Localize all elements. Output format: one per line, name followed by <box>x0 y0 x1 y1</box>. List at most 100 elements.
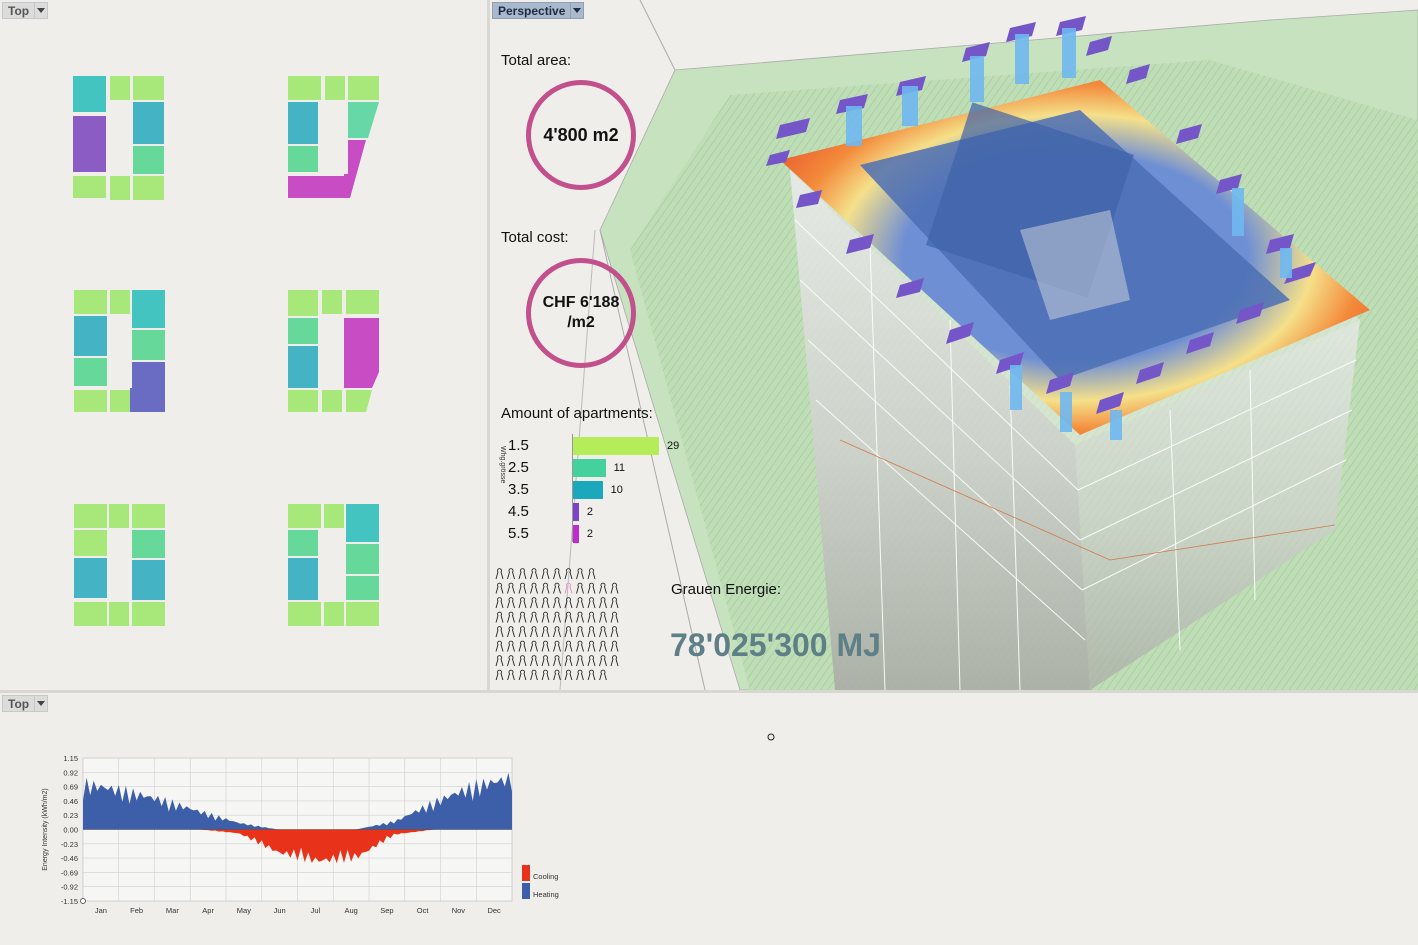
person-icon <box>564 568 573 580</box>
chart-x-tick-label: Feb <box>130 906 143 915</box>
chart-legend-swatch <box>522 865 530 881</box>
viewport-top-left[interactable]: Top <box>0 0 487 690</box>
person-icon <box>599 640 607 652</box>
floor-plan-4 <box>288 290 379 412</box>
person-icon <box>599 655 607 667</box>
person-icon <box>530 582 538 594</box>
cursor-circle-icon <box>767 733 775 741</box>
person-icon <box>530 655 538 667</box>
person-icon <box>576 582 584 594</box>
chart-legend-label: Heating <box>533 890 559 899</box>
apartment-count-bar <box>573 525 579 543</box>
chevron-down-icon[interactable] <box>570 2 585 19</box>
person-icon <box>541 611 550 623</box>
person-icon <box>587 611 596 623</box>
person-icon <box>599 582 607 594</box>
total-area-value: 4'800 m2 <box>543 124 619 145</box>
viewport-tab-perspective[interactable]: Perspective <box>492 2 585 19</box>
person-icon <box>576 597 584 609</box>
chart-y-tick-label: -0.69 <box>61 868 78 877</box>
apartments-label: Amount of apartments: <box>501 405 653 422</box>
person-icon <box>587 640 596 652</box>
chart-x-tick-label: Nov <box>452 906 466 915</box>
person-icon <box>495 582 504 594</box>
person-icon <box>576 655 584 667</box>
floor-plan-5 <box>74 504 165 626</box>
chart-y-tick-label: 0.23 <box>63 811 78 820</box>
person-icon <box>541 669 550 680</box>
person-icon <box>507 669 515 680</box>
person-icon <box>530 669 538 680</box>
person-icon <box>495 611 504 623</box>
person-icon <box>553 582 561 594</box>
total-cost-ring: CHF 6'188 /m2 <box>526 258 636 368</box>
person-icon <box>599 611 607 623</box>
person-icon <box>564 597 573 609</box>
person-icon <box>507 655 515 667</box>
floor-plan-variants <box>73 76 379 626</box>
chart-x-tick-label: Oct <box>417 906 430 915</box>
person-icon <box>495 568 504 580</box>
person-icon <box>507 597 515 609</box>
apartments-axis-label: Whg.grösse <box>499 446 506 484</box>
grey-energy-label: Grauen Energie: <box>671 581 782 598</box>
person-icon <box>610 640 619 652</box>
apartment-size-label: 3.5 <box>508 481 529 498</box>
person-icon <box>564 669 573 680</box>
person-icon <box>518 597 527 609</box>
chevron-down-icon[interactable] <box>34 695 49 712</box>
chart-x-tick-label: Jan <box>95 906 107 915</box>
person-icon <box>518 626 527 638</box>
viewport-perspective[interactable]: Perspective Total area: 4'800 m2 Total c… <box>490 0 1418 690</box>
person-icon <box>518 568 527 580</box>
person-icon <box>587 568 596 580</box>
chart-legend-swatch <box>522 883 530 899</box>
viewport-tab-label: Perspective <box>492 2 571 19</box>
apartment-count-value: 10 <box>610 484 623 496</box>
person-icon <box>530 640 538 652</box>
person-icon <box>610 582 619 594</box>
apartment-size-label: 2.5 <box>508 459 529 476</box>
person-icon <box>553 655 561 667</box>
person-icon <box>587 626 596 638</box>
person-icon <box>541 655 550 667</box>
chart-x-tick-label: Mar <box>166 906 179 915</box>
energy-intensity-chart: 1.15 0.92 0.69 0.46 0.23 0.00 -0.23 -0.46 -0.69 -… <box>42 754 559 915</box>
floor-plan-6 <box>288 504 379 626</box>
chart-y-tick-label: 0.00 <box>63 826 78 835</box>
person-icon <box>553 626 561 638</box>
viewport-tab-top-bottom[interactable]: Top <box>2 695 49 712</box>
chart-x-tick-label: Jul <box>311 906 321 915</box>
chart-y-tick-label: 0.46 <box>63 797 78 806</box>
total-cost-value-line2: /m2 <box>567 314 595 331</box>
person-icon <box>518 640 527 652</box>
person-icon <box>541 640 550 652</box>
person-icon <box>530 597 538 609</box>
person-icon <box>495 669 504 680</box>
person-icon <box>576 669 584 680</box>
person-icon <box>587 669 596 680</box>
viewport-tab-label: Top <box>2 2 35 19</box>
person-icon <box>507 611 515 623</box>
person-icon <box>576 640 584 652</box>
person-icon <box>576 626 584 638</box>
apartment-count-bar <box>573 437 659 455</box>
person-icon <box>530 611 538 623</box>
person-icon <box>518 611 527 623</box>
person-icon <box>507 626 515 638</box>
floor-plan-1 <box>73 76 164 200</box>
viewport-bottom[interactable]: Top 1.15 0.92 0.69 0.46 0.23 0.00 -0.23 -0.46 -0… <box>0 693 1418 945</box>
person-icon <box>553 640 561 652</box>
viewport-tab-top[interactable]: Top <box>2 2 49 19</box>
chart-y-tick-label: -0.92 <box>61 883 78 892</box>
apartment-size-label: 1.5 <box>508 437 529 454</box>
chevron-down-icon[interactable] <box>34 2 49 19</box>
chart-y-tick-label: 0.69 <box>63 783 78 792</box>
person-icon <box>610 611 619 623</box>
occupant-icons-grid <box>495 568 619 680</box>
chart-legend-label: Cooling <box>533 872 558 881</box>
person-icon <box>553 597 561 609</box>
chart-x-tick-label: Aug <box>344 906 357 915</box>
person-icon <box>599 669 607 680</box>
total-area-label: Total area: <box>501 52 572 69</box>
